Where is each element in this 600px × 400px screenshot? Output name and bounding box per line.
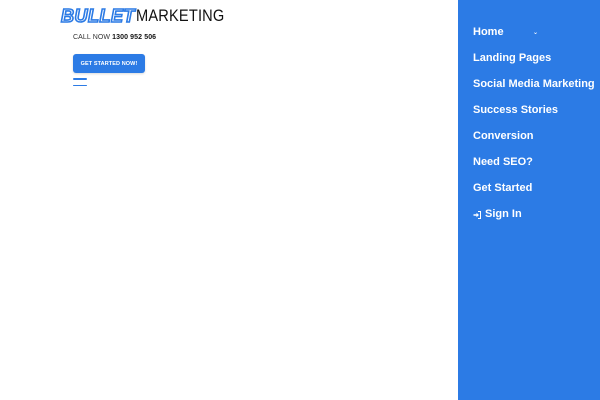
menu-list: Home ⌄ Landing Pages Social Media Market…	[473, 26, 595, 234]
menu-item-label: Success Stories	[473, 104, 558, 116]
menu-item-landing-pages[interactable]: Landing Pages	[473, 52, 595, 78]
logo-bullet-text: BULLET	[60, 5, 135, 26]
menu-item-label: Social Media Marketing	[473, 78, 595, 90]
get-started-button[interactable]: GET STARTED NOW!	[73, 54, 145, 73]
side-menu: Home ⌄ Landing Pages Social Media Market…	[458, 0, 600, 400]
menu-item-need-seo[interactable]: Need SEO?	[473, 156, 595, 182]
menu-item-label: Conversion	[473, 130, 534, 142]
menu-item-social-media-marketing[interactable]: Social Media Marketing	[473, 78, 595, 104]
menu-item-sign-in[interactable]: Sign In	[473, 208, 595, 234]
menu-item-label: Sign In	[485, 208, 522, 220]
menu-item-success-stories[interactable]: Success Stories	[473, 104, 595, 130]
sign-in-icon	[473, 211, 481, 219]
logo-marketing-text: MARKETING	[136, 6, 225, 25]
menu-item-get-started[interactable]: Get Started	[473, 182, 595, 208]
menu-item-home[interactable]: Home ⌄	[473, 26, 595, 52]
logo[interactable]: BULLET MARKETING	[60, 5, 239, 26]
phone-number-link[interactable]: 1300 952 506	[112, 34, 156, 41]
call-label: CALL NOW	[73, 34, 111, 41]
menu-item-label: Landing Pages	[473, 52, 552, 64]
call-now: CALL NOW 1300 952 506	[73, 34, 156, 41]
hamburger-icon[interactable]	[73, 78, 87, 86]
menu-item-conversion[interactable]: Conversion	[473, 130, 595, 156]
menu-item-label: Get Started	[473, 182, 533, 194]
menu-item-label: Home	[473, 26, 504, 38]
chevron-down-icon[interactable]: ⌄	[533, 29, 538, 36]
menu-item-label: Need SEO?	[473, 156, 533, 168]
page: BULLET MARKETING CALL NOW 1300 952 506 G…	[0, 0, 600, 400]
